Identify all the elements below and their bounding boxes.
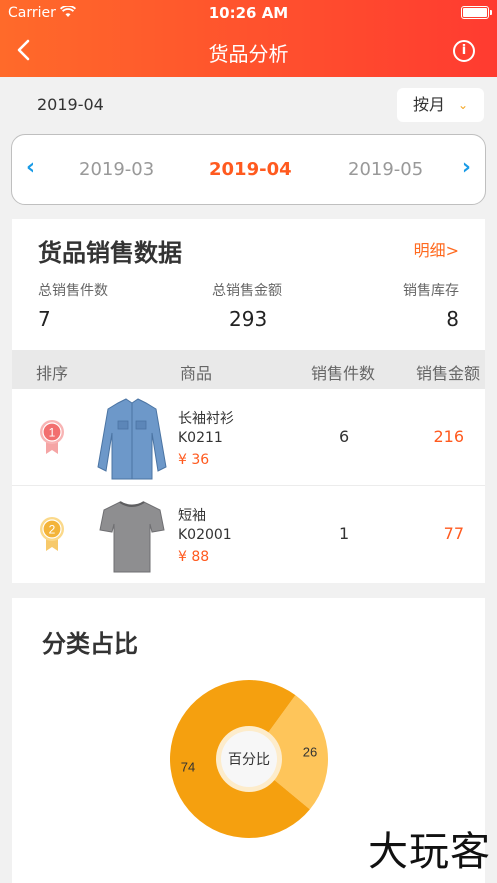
chevron-down-icon: ⌄ bbox=[457, 98, 468, 112]
next-month[interactable]: 2019-05 bbox=[348, 159, 423, 180]
stat-total-amount-value: 293 bbox=[229, 307, 268, 331]
rank-number: 2 bbox=[49, 523, 56, 537]
table-row[interactable]: 1 长袖衬衫 K0211 ¥ 36 6 216 bbox=[12, 389, 485, 486]
month-selector: ‹ 2019-03 2019-04 2019-05 › bbox=[11, 134, 486, 205]
pie-slice-label: 26 bbox=[303, 744, 317, 759]
period-mode-dropdown[interactable]: 按月 ⌄ bbox=[397, 88, 484, 122]
pie-center-label: 百分比 bbox=[228, 752, 270, 768]
column-rank: 排序 bbox=[36, 364, 69, 383]
detail-link[interactable]: 明细> bbox=[414, 237, 459, 261]
product-image-long-sleeve-shirt bbox=[97, 398, 167, 480]
current-month[interactable]: 2019-04 bbox=[209, 159, 292, 180]
column-amount: 销售金额 bbox=[416, 364, 481, 383]
category-pie-chart: 26 74 百分比 bbox=[170, 680, 328, 838]
product-name: 短袖 bbox=[178, 508, 206, 524]
stat-total-qty-value: 7 bbox=[38, 307, 51, 331]
next-month-arrow-icon[interactable]: › bbox=[462, 155, 471, 180]
status-bar: Carrier 10:26 AM bbox=[0, 0, 497, 26]
product-qty: 6 bbox=[339, 427, 350, 446]
info-icon[interactable]: i bbox=[453, 40, 475, 62]
pie-slice-label: 74 bbox=[181, 760, 195, 775]
sales-data-card: 货品销售数据 明细> 总销售件数 总销售金额 销售库存 7 293 8 排序 商… bbox=[12, 219, 485, 583]
product-name: 长袖衬衫 bbox=[178, 411, 234, 427]
column-qty: 销售件数 bbox=[311, 364, 376, 383]
rank-medal-icon: 1 bbox=[40, 420, 64, 454]
app-header: Carrier 10:26 AM 货品分析 i bbox=[0, 0, 497, 77]
selected-date: 2019-04 bbox=[37, 95, 104, 114]
product-code: K0211 bbox=[178, 430, 223, 446]
product-price: ¥ 36 bbox=[178, 452, 210, 468]
product-amount: 216 bbox=[433, 427, 464, 446]
prev-month[interactable]: 2019-03 bbox=[79, 159, 154, 180]
clock: 10:26 AM bbox=[208, 4, 289, 22]
stat-stock-value: 8 bbox=[446, 307, 459, 331]
prev-month-arrow-icon[interactable]: ‹ bbox=[26, 155, 35, 180]
stat-stock-label: 销售库存 bbox=[403, 283, 459, 299]
sales-card-title: 货品销售数据 bbox=[38, 239, 182, 267]
column-product: 商品 bbox=[180, 364, 213, 383]
stat-total-amount-label: 总销售金额 bbox=[212, 283, 282, 299]
product-price: ¥ 88 bbox=[178, 549, 210, 565]
stat-total-qty-label: 总销售件数 bbox=[38, 283, 108, 299]
watermark-logo: 大玩客 bbox=[368, 829, 491, 875]
product-qty: 1 bbox=[339, 524, 350, 543]
battery-icon bbox=[461, 6, 492, 19]
product-code: K02001 bbox=[178, 527, 232, 543]
period-mode-value: 按月 bbox=[413, 95, 446, 114]
rank-number: 1 bbox=[49, 426, 56, 440]
page-title: 货品分析 bbox=[208, 42, 289, 66]
product-image-short-sleeve-tshirt bbox=[99, 501, 165, 573]
table-row[interactable]: 2 短袖 K02001 ¥ 88 1 77 bbox=[12, 486, 485, 583]
category-card-title: 分类占比 bbox=[42, 630, 138, 658]
table-header: 排序 商品 销售件数 销售金额 bbox=[12, 350, 485, 389]
rank-medal-icon: 2 bbox=[40, 517, 64, 551]
product-amount: 77 bbox=[443, 524, 464, 543]
